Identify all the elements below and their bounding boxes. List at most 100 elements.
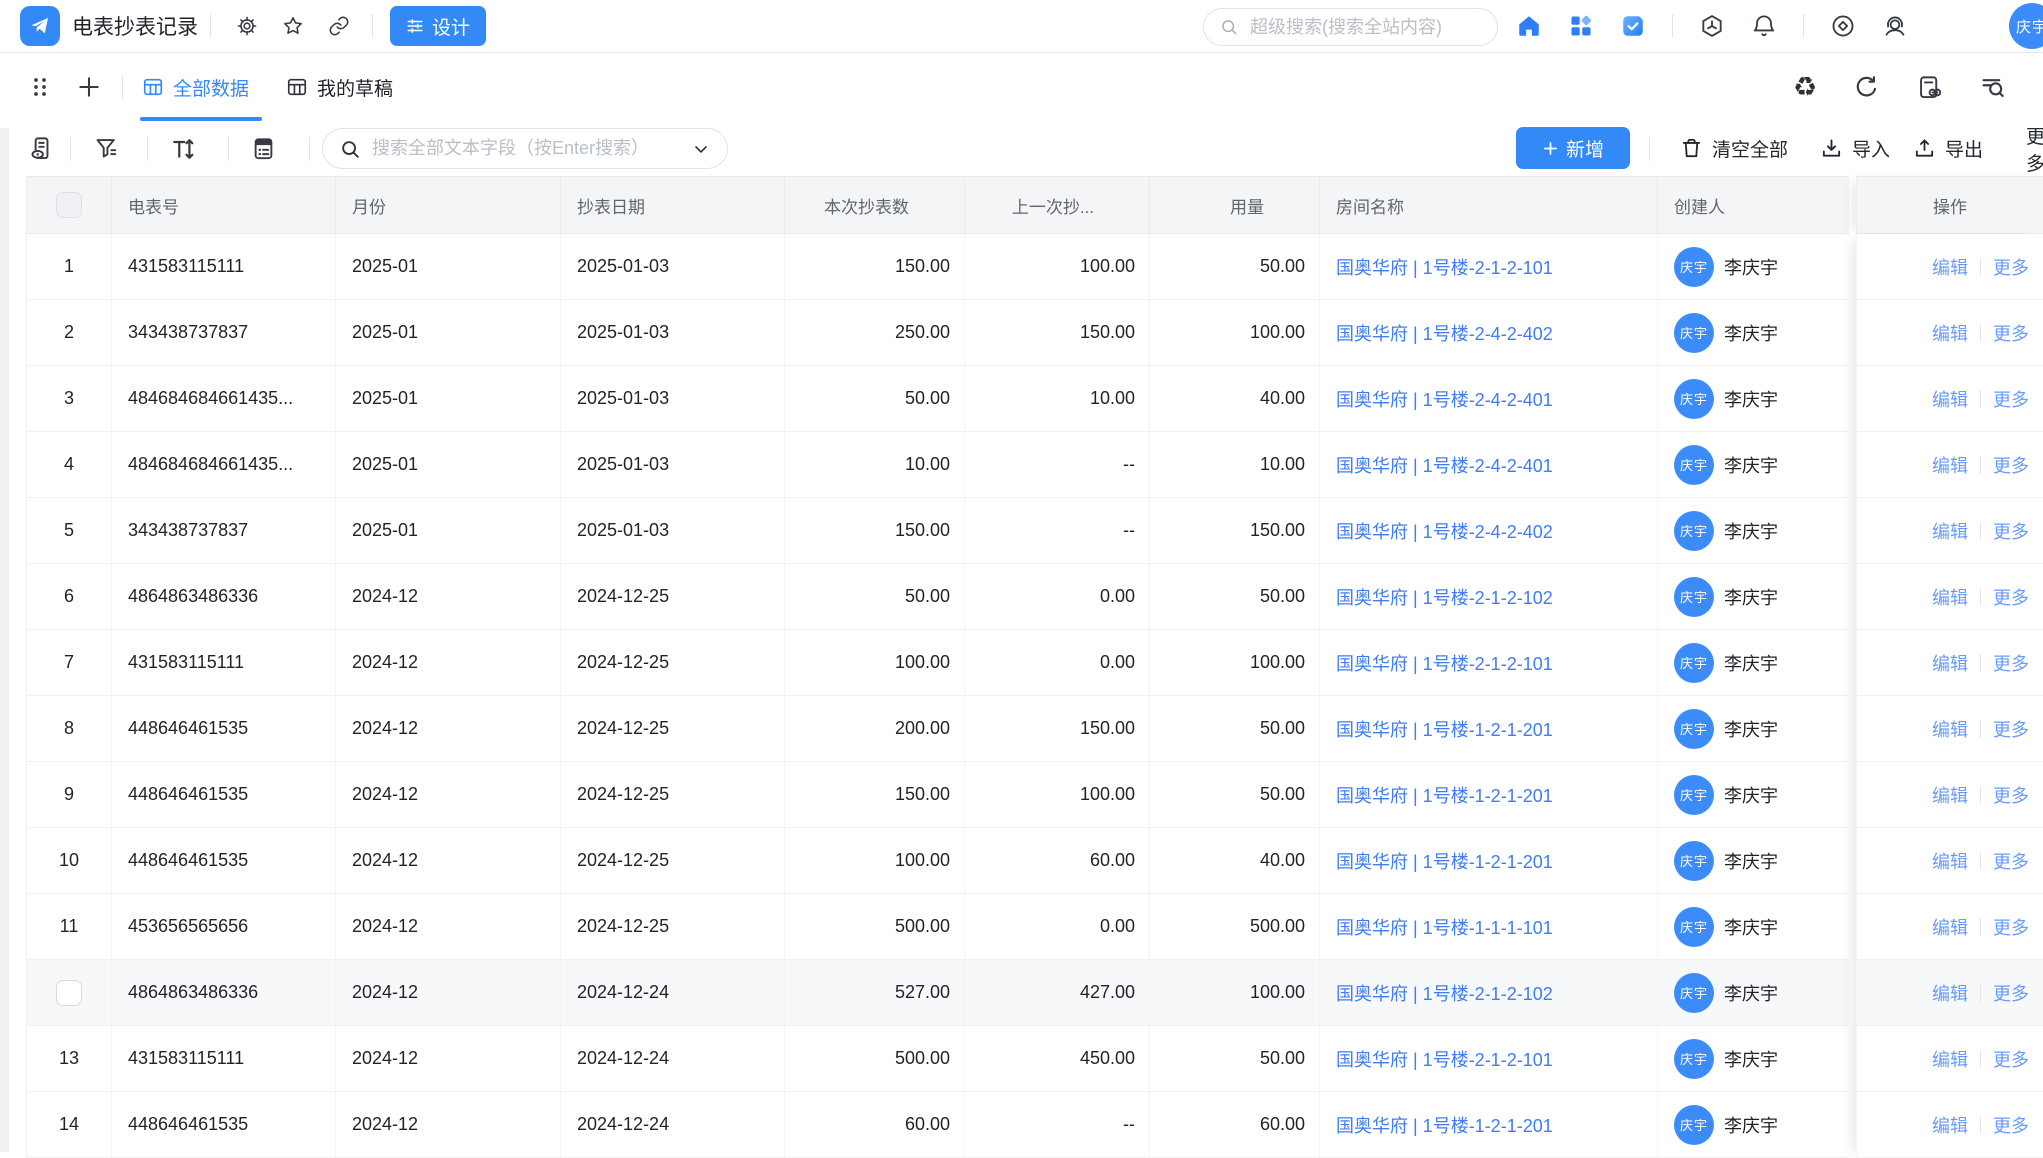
drag-handle-icon[interactable] [32,53,48,121]
divider [1649,137,1650,161]
record-link-icon[interactable] [1916,74,1943,101]
more-link[interactable]: 更多 [1993,848,2029,874]
design-button[interactable]: 设计 [390,6,486,46]
col-header-creator[interactable]: 创建人 [1658,177,1850,233]
recycle-bin-icon[interactable]: ♻ [1793,74,1817,101]
col-header-room[interactable]: 房间名称 [1320,177,1658,233]
global-search-input[interactable] [1248,16,1482,39]
col-header-previous[interactable]: 上一次抄... [965,177,1150,233]
col-header-usage[interactable]: 用量 [1150,177,1320,233]
divider [1980,588,1981,606]
edit-link[interactable]: 编辑 [1932,716,1968,742]
room-link[interactable]: 国奥华府 | 1号楼-2-1-2-101 [1336,1046,1553,1072]
col-header-current[interactable]: 本次抄表数 [785,177,965,233]
more-link[interactable]: 更多 [1993,254,2029,280]
room-link[interactable]: 国奥华府 | 1号楼-1-2-1-201 [1336,848,1553,874]
room-link[interactable]: 国奥华府 | 1号楼-1-2-1-201 [1336,716,1553,742]
settings-gear-icon[interactable] [236,15,258,37]
col-header-meter[interactable]: 电表号 [112,177,336,233]
room-link[interactable]: 国奥华府 | 1号楼-1-2-1-201 [1336,782,1553,808]
edit-link[interactable]: 编辑 [1932,386,1968,412]
row-checkbox[interactable] [56,980,82,1006]
search-icon [339,138,361,160]
more-link[interactable]: 更多 [1993,716,2029,742]
edit-link[interactable]: 编辑 [1932,518,1968,544]
more-link[interactable]: 更多 [1993,584,2029,610]
edit-link[interactable]: 编辑 [1932,1046,1968,1072]
more-link[interactable]: 更多 [1993,518,2029,544]
edit-link[interactable]: 编辑 [1932,254,1968,280]
actions-cell: 编辑更多 [1856,366,2043,432]
room-link[interactable]: 国奥华府 | 1号楼-2-4-2-401 [1336,452,1553,478]
room-link[interactable]: 国奥华府 | 1号楼-2-4-2-402 [1336,518,1553,544]
edit-link[interactable]: 编辑 [1932,848,1968,874]
apps-grid-icon[interactable] [1568,13,1594,39]
import-button[interactable]: 导入 [1820,121,1890,176]
row-index-cell: 4 [27,432,112,497]
refresh-icon[interactable] [1853,74,1880,101]
edit-link[interactable]: 编辑 [1932,980,1968,1006]
room-link[interactable]: 国奥华府 | 1号楼-2-1-2-102 [1336,980,1553,1006]
cell-month: 2024-12 [336,564,561,629]
divider [1980,852,1981,870]
edit-link[interactable]: 编辑 [1932,782,1968,808]
select-all-checkbox[interactable] [56,192,82,218]
home-icon[interactable] [1516,13,1542,39]
more-link[interactable]: 更多 [1993,650,2029,676]
global-search[interactable] [1203,8,1498,46]
more-link[interactable]: 更多 [1993,782,2029,808]
export-button[interactable]: 导出 [1913,121,1983,176]
more-link[interactable]: 更多 [1993,452,2029,478]
room-link[interactable]: 国奥华府 | 1号楼-2-1-2-101 [1336,254,1553,280]
cell-room: 国奥华府 | 1号楼-1-2-1-201 [1320,1092,1658,1157]
room-link[interactable]: 国奥华府 | 1号楼-1-2-1-201 [1336,1112,1553,1138]
more-button[interactable]: 更多 [2026,121,2043,176]
room-link[interactable]: 国奥华府 | 1号楼-1-1-1-101 [1336,914,1553,940]
edit-link[interactable]: 编辑 [1932,1112,1968,1138]
support-headset-icon[interactable] [1882,13,1908,39]
filter-icon[interactable] [93,121,120,176]
share-link-icon[interactable] [328,15,350,37]
edit-link[interactable]: 编辑 [1932,320,1968,346]
tasks-check-icon[interactable] [1620,13,1646,39]
more-link[interactable]: 更多 [1993,914,2029,940]
edit-link[interactable]: 编辑 [1932,584,1968,610]
room-link[interactable]: 国奥华府 | 1号楼-2-4-2-401 [1336,386,1553,412]
col-header-month[interactable]: 月份 [336,177,561,233]
more-link[interactable]: 更多 [1993,980,2029,1006]
more-link[interactable]: 更多 [1993,320,2029,346]
cell-month: 2024-12 [336,828,561,893]
tab-my-drafts[interactable]: 我的草稿 [286,74,393,101]
search-records-icon[interactable] [1979,74,2006,101]
plus-icon [1542,140,1559,157]
more-link[interactable]: 更多 [1993,1112,2029,1138]
room-link[interactable]: 国奥华府 | 1号楼-2-1-2-101 [1336,650,1553,676]
actions-cell: 编辑更多 [1856,498,2043,564]
add-record-button[interactable]: 新增 [1516,127,1630,169]
table-row: 144486464615352024-122024-12-2460.00--60… [27,1092,1849,1158]
notifications-bell-icon[interactable] [1751,13,1777,39]
edit-link[interactable]: 编辑 [1932,914,1968,940]
edit-link[interactable]: 编辑 [1932,650,1968,676]
chevron-down-icon[interactable] [691,139,711,159]
add-view-plus-icon[interactable] [76,53,102,121]
compass-explore-icon[interactable] [1830,13,1856,39]
favorite-star-icon[interactable] [282,15,304,37]
sort-icon[interactable] [169,121,197,176]
table-search[interactable] [322,128,728,169]
tab-all-data[interactable]: 全部数据 [142,74,249,101]
more-link[interactable]: 更多 [1993,386,2029,412]
hide-fields-icon[interactable] [28,121,55,176]
table-search-input[interactable] [370,137,682,160]
col-header-date[interactable]: 抄表日期 [561,177,785,233]
room-link[interactable]: 国奥华府 | 1号楼-2-1-2-102 [1336,584,1553,610]
app-logo[interactable] [20,6,60,46]
more-link[interactable]: 更多 [1993,1046,2029,1072]
edit-link[interactable]: 编辑 [1932,452,1968,478]
workspace-hexagon-icon[interactable] [1699,13,1725,39]
room-link[interactable]: 国奥华府 | 1号楼-2-4-2-402 [1336,320,1553,346]
clear-all-button[interactable]: 清空全部 [1680,121,1788,176]
card-view-icon[interactable] [250,121,277,176]
creator-name: 李庆宇 [1724,254,1778,280]
user-avatar[interactable]: 庆宇 [2009,3,2043,49]
